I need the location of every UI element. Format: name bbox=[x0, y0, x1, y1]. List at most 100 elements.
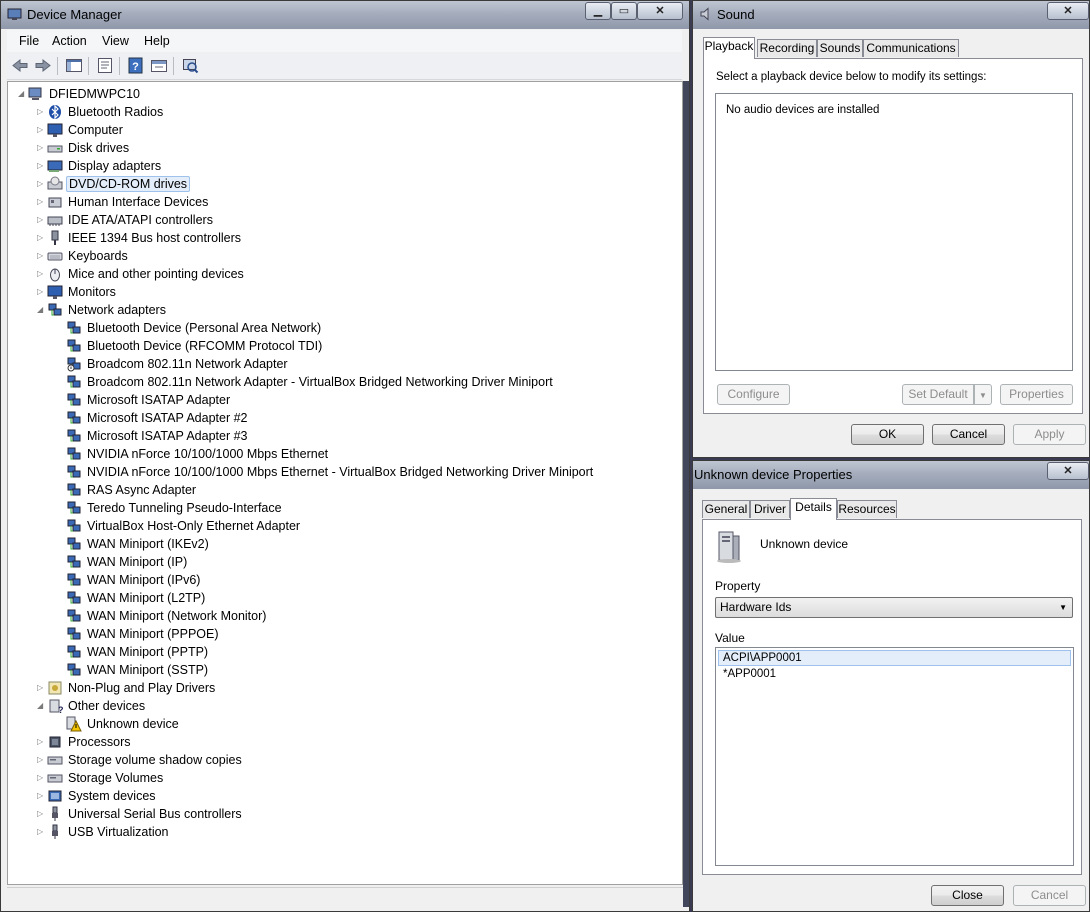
tree-item-label: Storage volume shadow copies bbox=[68, 753, 242, 767]
properties-button[interactable]: Properties bbox=[1000, 384, 1073, 405]
cancel-button[interactable]: Cancel bbox=[932, 424, 1005, 445]
tab-resources[interactable]: Resources bbox=[837, 500, 897, 518]
forward-arrow-icon[interactable] bbox=[34, 57, 52, 74]
sound-title: Sound bbox=[717, 7, 755, 22]
processor-icon bbox=[49, 736, 61, 748]
tab-general[interactable]: General bbox=[702, 500, 750, 518]
collapsed-arrow-icon[interactable]: ▷ bbox=[37, 162, 45, 170]
maximize-button[interactable]: ▭ bbox=[611, 2, 637, 20]
tree-item-label: Bluetooth Device (RFCOMM Protocol TDI) bbox=[87, 339, 323, 353]
playback-device-list[interactable]: No audio devices are installed bbox=[715, 93, 1073, 371]
properties-icon[interactable] bbox=[96, 57, 114, 74]
tree-item-label: Non-Plug and Play Drivers bbox=[68, 681, 216, 695]
network-adapter-icon bbox=[67, 555, 81, 568]
window-title: Device Manager bbox=[27, 7, 122, 22]
collapsed-arrow-icon[interactable]: ▷ bbox=[37, 234, 45, 242]
collapsed-arrow-icon[interactable]: ▷ bbox=[37, 738, 45, 746]
expanded-arrow-icon[interactable]: ◢ bbox=[37, 306, 45, 314]
network-adapter-disabled-icon bbox=[67, 357, 81, 372]
monitor-icon bbox=[47, 285, 63, 299]
storage-icon bbox=[47, 774, 63, 783]
tree-item-label: Other devices bbox=[68, 699, 146, 713]
network-adapter-icon bbox=[67, 609, 81, 622]
tab-sounds[interactable]: Sounds bbox=[817, 39, 863, 57]
configure-button[interactable]: Configure bbox=[717, 384, 790, 405]
tree-item-label: Teredo Tunneling Pseudo-Interface bbox=[87, 501, 282, 515]
toolbar-separator bbox=[173, 57, 174, 75]
svg-text:?: ? bbox=[58, 705, 63, 714]
collapsed-arrow-icon[interactable]: ▷ bbox=[37, 198, 45, 206]
value-list[interactable]: ACPI\APP0001 *APP0001 bbox=[715, 647, 1074, 866]
collapsed-arrow-icon[interactable]: ▷ bbox=[37, 252, 45, 260]
device-manager-window: Device Manager ▁ ▭ ✕ File Action View He… bbox=[0, 0, 690, 912]
tab-recording[interactable]: Recording bbox=[757, 39, 817, 57]
menu-view[interactable]: View bbox=[102, 34, 129, 48]
collapsed-arrow-icon[interactable]: ▷ bbox=[37, 180, 45, 188]
collapsed-arrow-icon[interactable]: ▷ bbox=[37, 216, 45, 224]
unknown-device-icon bbox=[717, 531, 741, 563]
properties-titlebar[interactable]: Unknown device Properties ✕ bbox=[693, 461, 1089, 489]
back-arrow-icon[interactable] bbox=[11, 57, 29, 74]
tab-playback[interactable]: Playback bbox=[703, 37, 755, 59]
value-item-text: ACPI\APP0001 bbox=[723, 652, 802, 664]
collapsed-arrow-icon[interactable]: ▷ bbox=[37, 774, 45, 782]
network-adapter-icon bbox=[67, 663, 81, 676]
network-adapter-icon bbox=[67, 483, 81, 496]
value-item-text: *APP0001 bbox=[723, 668, 777, 680]
svg-text:?: ? bbox=[132, 61, 139, 73]
sound-close-button[interactable]: ✕ bbox=[1047, 2, 1089, 20]
menu-help[interactable]: Help bbox=[144, 34, 170, 48]
network-adapter-icon bbox=[67, 627, 81, 640]
tree-item-label: Microsoft ISATAP Adapter bbox=[87, 393, 231, 407]
device-name: Unknown device bbox=[760, 537, 849, 551]
close-button[interactable]: ✕ bbox=[637, 2, 683, 20]
value-item[interactable]: *APP0001 bbox=[718, 667, 1071, 683]
collapsed-arrow-icon[interactable]: ▷ bbox=[37, 828, 45, 836]
apply-button[interactable]: Apply bbox=[1013, 424, 1086, 445]
collapsed-arrow-icon[interactable]: ▷ bbox=[37, 792, 45, 800]
set-default-button[interactable]: Set Default bbox=[902, 384, 974, 405]
tree-item-label: RAS Async Adapter bbox=[87, 483, 197, 497]
network-adapter-icon bbox=[48, 303, 62, 316]
collapsed-arrow-icon[interactable]: ▷ bbox=[37, 756, 45, 764]
menu-file[interactable]: File bbox=[19, 34, 39, 48]
collapsed-arrow-icon[interactable]: ▷ bbox=[37, 144, 45, 152]
tree-item-label: Broadcom 802.11n Network Adapter - Virtu… bbox=[87, 375, 553, 389]
collapsed-arrow-icon[interactable]: ▷ bbox=[37, 108, 45, 116]
property-select[interactable]: Hardware Ids ▼ bbox=[715, 597, 1073, 618]
tab-driver[interactable]: Driver bbox=[750, 500, 790, 518]
close-dialog-button[interactable]: Close bbox=[931, 885, 1004, 906]
device-manager-titlebar[interactable]: Device Manager ▁ ▭ ✕ bbox=[1, 1, 689, 29]
expanded-arrow-icon[interactable]: ◢ bbox=[37, 702, 45, 710]
properties-close-button[interactable]: ✕ bbox=[1047, 462, 1089, 480]
expanded-arrow-icon[interactable]: ◢ bbox=[18, 90, 26, 98]
device-tree[interactable]: ◢ DFIEDMWPC10 ▷ Bluetooth Radios ▷ Computer ▷ D… bbox=[7, 81, 683, 885]
properties-cancel-button[interactable]: Cancel bbox=[1013, 885, 1086, 906]
network-adapter-icon bbox=[67, 645, 81, 658]
tab-details[interactable]: Details bbox=[790, 498, 837, 520]
collapsed-arrow-icon[interactable]: ▷ bbox=[37, 126, 45, 134]
collapsed-arrow-icon[interactable]: ▷ bbox=[37, 684, 45, 692]
toolbar-separator bbox=[88, 57, 89, 75]
update-driver-icon[interactable] bbox=[181, 57, 199, 74]
menu-action[interactable]: Action bbox=[52, 34, 87, 48]
help-icon[interactable]: ? bbox=[127, 57, 145, 74]
details-panel: Unknown device Property Hardware Ids ▼ V… bbox=[702, 519, 1082, 875]
tree-item-label: WAN Miniport (PPTP) bbox=[87, 645, 209, 659]
ok-button[interactable]: OK bbox=[851, 424, 924, 445]
set-default-dropdown-button[interactable]: ▼ bbox=[974, 384, 992, 405]
show-hide-console-tree-icon[interactable] bbox=[65, 57, 83, 74]
scan-hardware-changes-icon[interactable] bbox=[150, 57, 168, 74]
playback-panel: Select a playback device below to modify… bbox=[703, 58, 1083, 414]
tree-item-label: WAN Miniport (L2TP) bbox=[87, 591, 206, 605]
tab-communications[interactable]: Communications bbox=[863, 39, 959, 57]
minimize-button[interactable]: ▁ bbox=[585, 2, 611, 20]
collapsed-arrow-icon[interactable]: ▷ bbox=[37, 270, 45, 278]
hid-icon bbox=[48, 197, 62, 208]
unknown-device-icon: ? bbox=[49, 699, 63, 714]
sound-titlebar[interactable]: Sound ✕ bbox=[693, 1, 1089, 29]
collapsed-arrow-icon[interactable]: ▷ bbox=[37, 810, 45, 818]
collapsed-arrow-icon[interactable]: ▷ bbox=[37, 288, 45, 296]
tree-item-label: WAN Miniport (PPPOE) bbox=[87, 627, 219, 641]
value-item[interactable]: ACPI\APP0001 bbox=[718, 650, 1071, 666]
